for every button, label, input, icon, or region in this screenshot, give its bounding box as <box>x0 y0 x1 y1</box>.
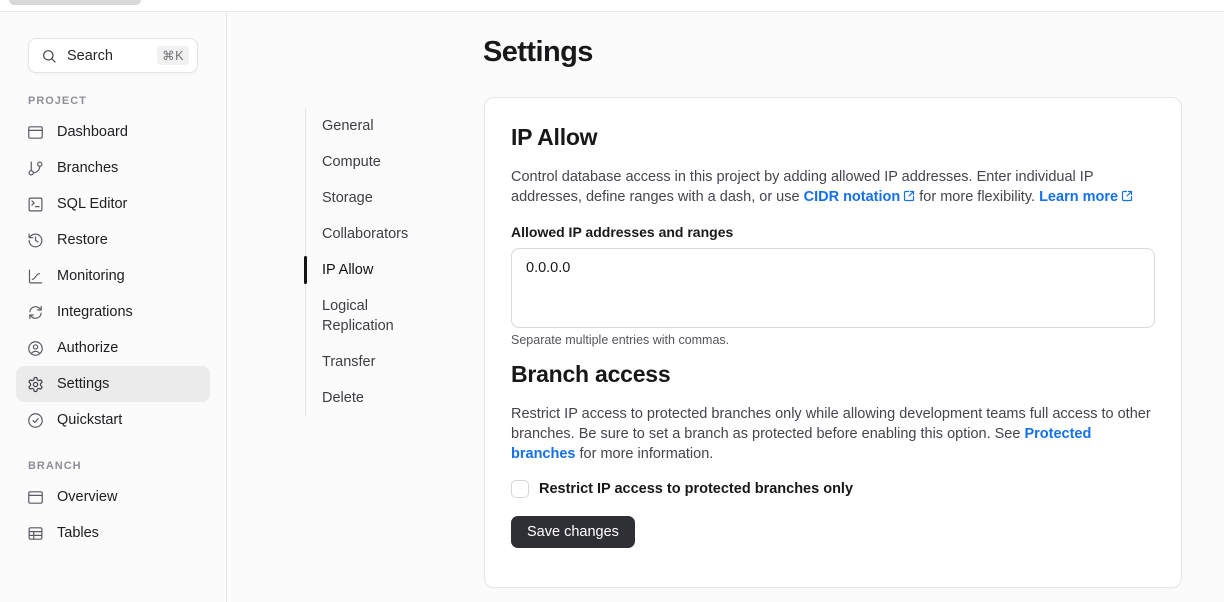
subnav-item-logical-replication[interactable]: Logical Replication <box>306 288 432 344</box>
textarea-hint: Separate multiple entries with commas. <box>511 333 1155 347</box>
external-link-icon <box>1121 188 1133 208</box>
search-shortcut-badge: ⌘K <box>157 46 189 65</box>
search-placeholder: Search <box>67 48 147 64</box>
search-input[interactable]: Search ⌘K <box>28 38 198 73</box>
subnav-item-delete[interactable]: Delete <box>306 380 432 416</box>
learn-more-link-text: Learn more <box>1039 189 1118 205</box>
sidebar-item-label: Settings <box>57 376 109 392</box>
sidebar-section-label-branch: BRANCH <box>28 460 198 472</box>
sidebar-item-label: Monitoring <box>57 268 125 284</box>
external-link-icon <box>903 188 915 208</box>
restrict-ip-checkbox-row: Restrict IP access to protected branches… <box>511 480 1155 498</box>
search-icon <box>41 48 57 64</box>
sidebar: Search ⌘K PROJECT Dashboard Branches SQL Ed… <box>0 12 227 602</box>
sidebar-item-label: Integrations <box>57 304 133 320</box>
sidebar-item-label: SQL Editor <box>57 196 127 212</box>
sidebar-item-branches[interactable]: Branches <box>16 150 210 186</box>
settings-subnav: GeneralComputeStorageCollaboratorsIP All… <box>305 108 433 416</box>
sidebar-item-dashboard[interactable]: Dashboard <box>16 114 210 150</box>
sidebar-item-label: Dashboard <box>57 124 128 140</box>
subnav-item-compute[interactable]: Compute <box>306 144 432 180</box>
sidebar-item-overview[interactable]: Overview <box>16 479 210 515</box>
allowed-ips-textarea[interactable]: 0.0.0.0 <box>511 248 1155 328</box>
sidebar-section-label-project: PROJECT <box>28 95 198 107</box>
overview-icon <box>27 489 44 506</box>
branch-access-description: Restrict IP access to protected branches… <box>511 404 1155 464</box>
subnav-item-collaborators[interactable]: Collaborators <box>306 216 432 252</box>
ip-allow-heading: IP Allow <box>511 124 1155 151</box>
sidebar-item-label: Authorize <box>57 340 118 356</box>
learn-more-link[interactable]: Learn more <box>1039 189 1133 205</box>
sidebar-item-label: Quickstart <box>57 412 122 428</box>
settings-icon <box>27 376 44 393</box>
sidebar-sections: PROJECT Dashboard Branches SQL Editor Restor… <box>0 95 226 551</box>
subnav-item-transfer[interactable]: Transfer <box>306 344 432 380</box>
restrict-ip-checkbox-label: Restrict IP access to protected branches… <box>539 481 853 497</box>
subnav-item-general[interactable]: General <box>306 108 432 144</box>
sidebar-item-settings[interactable]: Settings <box>16 366 210 402</box>
sidebar-item-authorize[interactable]: Authorize <box>16 330 210 366</box>
branches-icon <box>27 160 44 177</box>
cidr-notation-link[interactable]: CIDR notation <box>804 189 916 205</box>
dashboard-icon <box>27 124 44 141</box>
branch-access-description-text-2: for more information. <box>575 446 713 462</box>
page-title: Settings <box>483 36 593 69</box>
sidebar-item-restore[interactable]: Restore <box>16 222 210 258</box>
subnav-item-ip-allow[interactable]: IP Allow <box>306 252 432 288</box>
sql-editor-icon <box>27 196 44 213</box>
monitoring-icon <box>27 268 44 285</box>
ip-allow-card: IP Allow Control database access in this… <box>484 97 1182 588</box>
sidebar-item-label: Tables <box>57 525 99 541</box>
quickstart-icon <box>27 412 44 429</box>
tables-icon <box>27 525 44 542</box>
authorize-icon <box>27 340 44 357</box>
sidebar-item-sql-editor[interactable]: SQL Editor <box>16 186 210 222</box>
ip-allow-description-text-2: for more flexibility. <box>915 189 1039 205</box>
ip-allow-description: Control database access in this project … <box>511 167 1155 208</box>
sidebar-item-integrations[interactable]: Integrations <box>16 294 210 330</box>
branch-access-heading: Branch access <box>511 361 1155 388</box>
subnav-item-storage[interactable]: Storage <box>306 180 432 216</box>
integrations-icon <box>27 304 44 321</box>
save-changes-button[interactable]: Save changes <box>511 516 635 548</box>
sidebar-item-tables[interactable]: Tables <box>16 515 210 551</box>
restrict-ip-checkbox[interactable] <box>511 480 529 498</box>
sidebar-item-monitoring[interactable]: Monitoring <box>16 258 210 294</box>
sidebar-item-label: Restore <box>57 232 108 248</box>
browser-tab-remnant <box>9 0 141 5</box>
cidr-notation-link-text: CIDR notation <box>804 189 901 205</box>
sidebar-item-quickstart[interactable]: Quickstart <box>16 402 210 438</box>
restore-icon <box>27 232 44 249</box>
sidebar-item-label: Overview <box>57 489 117 505</box>
sidebar-item-label: Branches <box>57 160 118 176</box>
allowed-ips-label: Allowed IP addresses and ranges <box>511 224 1155 240</box>
main-content: Settings GeneralComputeStorageCollaborat… <box>227 12 1224 602</box>
app-window: Search ⌘K PROJECT Dashboard Branches SQL Ed… <box>0 11 1224 602</box>
